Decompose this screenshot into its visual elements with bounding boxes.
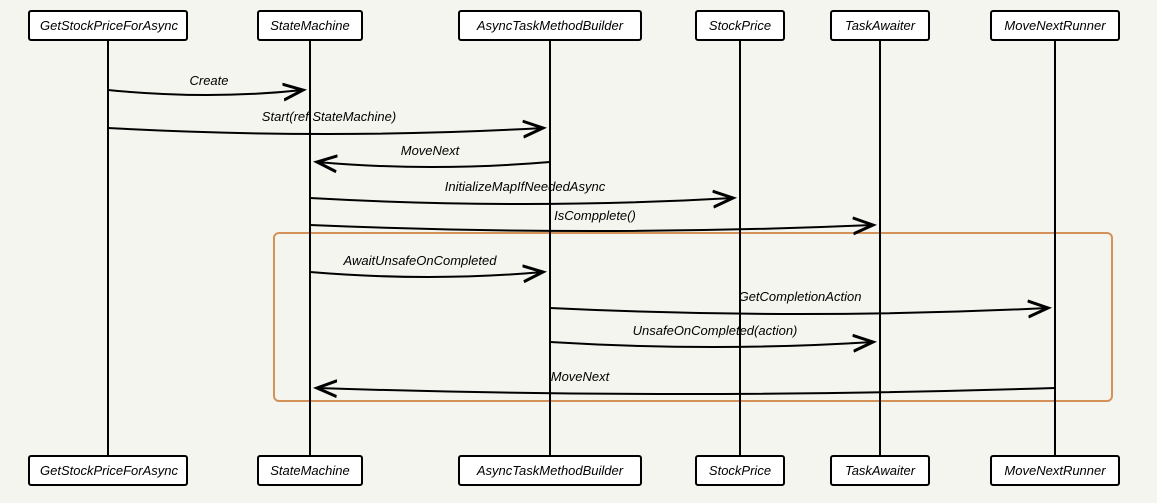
msg-movenext-2: MoveNext: [551, 369, 610, 384]
participant-top-1: GetStockPriceForAsync: [28, 10, 188, 41]
msg-awaitunsafe: AwaitUnsafeOnCompleted: [344, 253, 497, 268]
msg-unsafeoncompleted: UnsafeOnCompleted(action): [633, 323, 798, 338]
msg-getcompletion: GetCompletionAction: [739, 289, 862, 304]
msg-iscomplete: IsCompplete(): [554, 208, 636, 223]
participant-bottom-2: StateMachine: [257, 455, 363, 486]
participant-top-3: AsyncTaskMethodBuilder: [458, 10, 642, 41]
participant-bottom-5: TaskAwaiter: [830, 455, 930, 486]
participant-top-2: StateMachine: [257, 10, 363, 41]
lifeline-1: [107, 35, 109, 460]
lifeline-6: [1054, 35, 1056, 460]
participant-bottom-1: GetStockPriceForAsync: [28, 455, 188, 486]
participant-bottom-6: MoveNextRunner: [990, 455, 1120, 486]
msg-movenext-1: MoveNext: [401, 143, 460, 158]
lifeline-5: [879, 35, 881, 460]
participant-top-6: MoveNextRunner: [990, 10, 1120, 41]
sequence-diagram: Create Start(ref StateMachine) MoveNext …: [0, 0, 1157, 503]
msg-init-map: InitializeMapIfNeededAsync: [445, 179, 605, 194]
participant-bottom-3: AsyncTaskMethodBuilder: [458, 455, 642, 486]
lifeline-3: [549, 35, 551, 460]
msg-create: Create: [189, 73, 228, 88]
lifeline-4: [739, 35, 741, 460]
lifeline-2: [309, 35, 311, 460]
participant-bottom-4: StockPrice: [695, 455, 785, 486]
msg-start: Start(ref StateMachine): [262, 109, 396, 124]
participant-top-4: StockPrice: [695, 10, 785, 41]
participant-top-5: TaskAwaiter: [830, 10, 930, 41]
